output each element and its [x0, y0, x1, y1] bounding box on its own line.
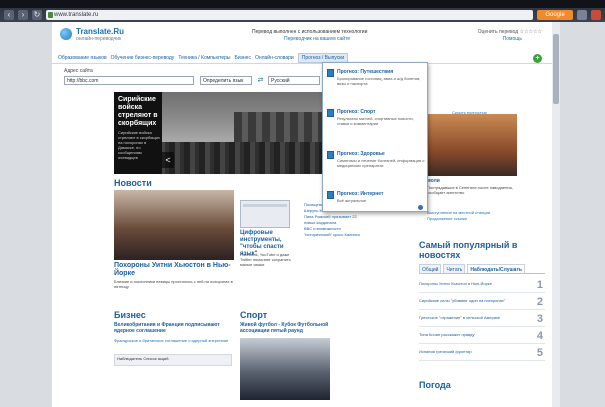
- news-text: Близкие и поклонники певицы простились с…: [114, 279, 233, 289]
- scrollbar-thumb[interactable]: [553, 34, 559, 104]
- travel-icon: [327, 69, 334, 77]
- popular-row-rank: 2: [536, 296, 543, 308]
- previous-slide-arrow-icon[interactable]: <: [162, 152, 174, 168]
- lock-icon: [48, 12, 53, 18]
- main-nav: Образование языков Обучение бизнес-перев…: [52, 52, 552, 64]
- sport-icon: [327, 109, 334, 117]
- back-button[interactable]: ‹: [4, 10, 14, 20]
- close-window-button[interactable]: [591, 10, 601, 20]
- sport-photo[interactable]: [240, 338, 330, 400]
- tab-strip: [0, 0, 605, 8]
- search-extension[interactable]: Google: [537, 10, 573, 20]
- popular-row-text: Сирийские силы "убивают один на похорона…: [419, 298, 506, 303]
- web-page: Translate.Ru онлайн-переводчик Перевод в…: [52, 22, 552, 407]
- browser-toolbar: ‹ › ↻ www.translate.ru Google: [0, 8, 605, 22]
- header-link[interactable]: Переводчик на вашем сайте: [284, 36, 350, 42]
- nav-item-4[interactable]: Бизнес: [235, 55, 251, 61]
- popular-tabs: Общий Читать Наблюдать/Слушать: [419, 264, 545, 274]
- mid-screenshot-image[interactable]: [240, 200, 290, 228]
- business-stock-box[interactable]: Наблюдатель Список акций: [114, 354, 232, 366]
- popular-row-rank: 3: [536, 313, 543, 325]
- tab-read[interactable]: Читать: [443, 264, 466, 273]
- hero-caption-panel: Сирийские войска стреляют в скорбящих Си…: [114, 92, 162, 174]
- news-heading[interactable]: Новости: [114, 178, 152, 188]
- right-links: Выступление на местной станции Продолжен…: [427, 210, 517, 222]
- mid-text: Facebook, YouTube и даже Twitter помогаю…: [240, 252, 291, 267]
- translate-form: Адрес сайта http://bbc.com Определить яз…: [64, 68, 364, 90]
- sport-heading[interactable]: Спорт: [240, 310, 267, 320]
- logo-tagline: онлайн-переводчик: [76, 36, 122, 42]
- logo-icon[interactable]: [60, 28, 72, 40]
- browser-window: ‹ › ↻ www.translate.ru Google Translate.…: [0, 0, 605, 407]
- health-icon: [327, 151, 334, 159]
- minimize-button[interactable]: [577, 10, 587, 20]
- hero-title[interactable]: Сирийские войска стреляют в скорбящих: [118, 96, 160, 128]
- popular-heading: Самый популярный в новостях: [419, 240, 518, 260]
- address-bar-url: www.translate.ru: [54, 12, 99, 18]
- dropdown-indicator-icon: [418, 205, 423, 210]
- most-popular-panel: Самый популярный в новостях Общий Читать…: [419, 240, 545, 398]
- hero-text: Сирийские войска стреляют в скорбящих на…: [118, 130, 160, 160]
- nav-item-2[interactable]: Обучение бизнес-переводу: [111, 55, 175, 61]
- dropdown-item-text: Результаты матчей, спортивные новости, с…: [337, 116, 414, 126]
- mid-screenshot-bar: [243, 204, 287, 207]
- popular-row[interactable]: Сирийские силы "убивают один на похорона…: [419, 295, 545, 310]
- swap-languages-icon[interactable]: ⇄: [256, 76, 265, 85]
- prognoz-dropdown-menu: Прогноз: Путешествия Бронирование гостин…: [322, 62, 428, 212]
- business-heading[interactable]: Бизнес: [114, 310, 146, 320]
- popular-row-text: Похороны Уитни Хьюстон в Нью-Йорке: [419, 281, 492, 286]
- source-language-select[interactable]: Определить язык: [200, 76, 252, 85]
- business-text[interactable]: Французское и британское соглашение о яд…: [114, 338, 232, 343]
- reload-button[interactable]: ↻: [32, 10, 42, 20]
- side-news-item-3[interactable]: ВВС и возможности "исторический" кросс К…: [304, 226, 362, 238]
- popular-row[interactable]: Похороны Уитни Хьюстон в Нью-Йорке 1: [419, 278, 545, 293]
- help-link[interactable]: Помощь: [503, 36, 522, 42]
- business-title[interactable]: Великобритания и Франция подписывают яде…: [114, 322, 232, 334]
- popular-row-text: Греческое "отражение" в сельской Америке: [419, 315, 501, 320]
- popular-row[interactable]: Тина Кичин расскажет правду 4: [419, 329, 545, 344]
- dropdown-item-title: Прогноз: Здоровье: [337, 151, 385, 157]
- news-photo[interactable]: [114, 190, 234, 260]
- popular-row-rank: 1: [536, 279, 543, 291]
- rating-widget[interactable]: Оценить перевод ☆☆☆☆☆: [478, 29, 542, 35]
- dropdown-item-title: Прогноз: Интернет: [337, 191, 384, 197]
- header-note: Перевод выполнен с использованием технол…: [252, 29, 368, 35]
- right-news-text: Пострадавших в Сенегале после наводнения…: [427, 185, 513, 195]
- right-link-2[interactable]: Продолжение ссылки: [427, 216, 517, 222]
- dropdown-item-text: Всё актуальное: [337, 198, 367, 203]
- popular-row-rank: 4: [536, 330, 543, 342]
- side-news-item-2[interactable]: Папа Римский призывает 22 новых кардинал…: [304, 214, 362, 226]
- logo-name[interactable]: Translate.Ru: [76, 27, 124, 36]
- tab-general[interactable]: Общий: [419, 264, 442, 273]
- dropdown-item-text: Бронирование гостиниц, авиа и ж/д билето…: [337, 76, 421, 86]
- dropdown-item-title: Прогноз: Путешествия: [337, 69, 394, 75]
- popular-row-rank: 5: [536, 347, 543, 359]
- nav-item-6[interactable]: Прогноз / Выпуски: [297, 52, 349, 63]
- forward-button[interactable]: ›: [18, 10, 28, 20]
- url-input[interactable]: http://bbc.com: [64, 76, 194, 85]
- target-language-select[interactable]: Русский: [268, 76, 320, 85]
- dropdown-item-text: Симптомы и лечение болезней, информация …: [337, 158, 425, 168]
- popular-row-text: Испания греческий фронтир: [419, 349, 472, 354]
- weather-heading[interactable]: Погода: [419, 380, 451, 390]
- popular-row[interactable]: Греческое "отражение" в сельской Америке…: [419, 312, 545, 327]
- add-icon[interactable]: +: [533, 54, 542, 63]
- nav-item-3[interactable]: Техника / Компьютеры: [178, 55, 230, 61]
- news-title[interactable]: Похороны Уитни Хьюстон в Нью-Йорке: [114, 262, 234, 278]
- popular-row[interactable]: Испания греческий фронтир 5: [419, 346, 545, 361]
- browser-chrome: ‹ › ↻ www.translate.ru Google: [0, 0, 605, 22]
- popular-row-text: Тина Кичин расскажет правду: [419, 332, 475, 337]
- internet-icon: [327, 191, 334, 199]
- sport-title[interactable]: Живой футбол - Кубок Футбольной ассоциац…: [240, 322, 358, 334]
- nav-item-1[interactable]: Образование языков: [58, 55, 107, 61]
- right-news-caption[interactable]: моли: [427, 178, 517, 184]
- right-news-photo[interactable]: [427, 114, 517, 176]
- nav-item-5[interactable]: Онлайн-словари: [255, 55, 294, 61]
- site-header: Translate.Ru онлайн-переводчик Перевод в…: [52, 22, 552, 46]
- address-bar[interactable]: www.translate.ru: [46, 10, 533, 20]
- tab-watch-listen[interactable]: Наблюдать/Слушать: [467, 264, 525, 273]
- dropdown-item-title: Прогноз: Спорт: [337, 109, 376, 115]
- url-label: Адрес сайта: [64, 68, 93, 74]
